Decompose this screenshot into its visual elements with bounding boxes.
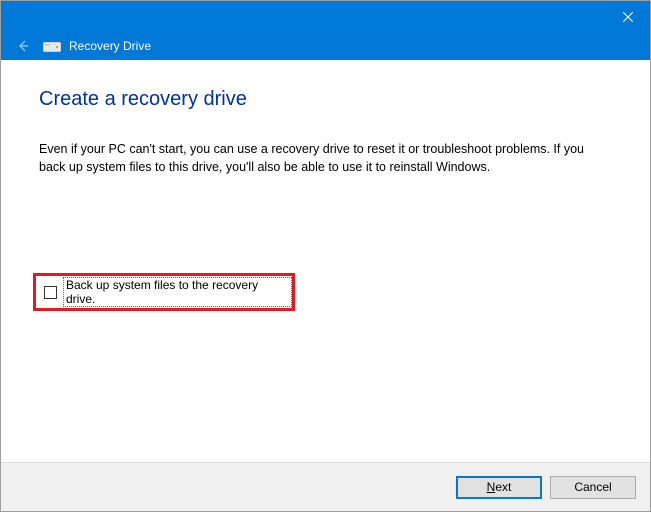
recovery-drive-icon: [43, 39, 61, 53]
cancel-button[interactable]: Cancel: [550, 476, 636, 499]
backup-checkbox-label[interactable]: Back up system files to the recovery dri…: [63, 277, 292, 307]
content-area: Create a recovery drive Even if your PC …: [1, 60, 650, 462]
app-title: Recovery Drive: [69, 39, 151, 53]
back-button: [13, 36, 33, 56]
annotation-highlight: Back up system files to the recovery dri…: [33, 273, 295, 311]
next-button[interactable]: Next: [456, 476, 542, 499]
titlebar: [1, 1, 650, 32]
header-bar: Recovery Drive: [1, 32, 650, 60]
wizard-window: Recovery Drive Create a recovery drive E…: [0, 0, 651, 512]
page-heading: Create a recovery drive: [39, 88, 247, 111]
wizard-footer: Next Cancel: [1, 462, 650, 511]
close-icon: [623, 12, 633, 22]
next-button-label: Next: [487, 480, 512, 494]
page-description: Even if your PC can't start, you can use…: [39, 140, 599, 176]
back-arrow-icon: [15, 38, 31, 54]
backup-checkbox[interactable]: [44, 286, 57, 299]
cancel-button-label: Cancel: [574, 480, 611, 494]
close-button[interactable]: [605, 1, 650, 32]
